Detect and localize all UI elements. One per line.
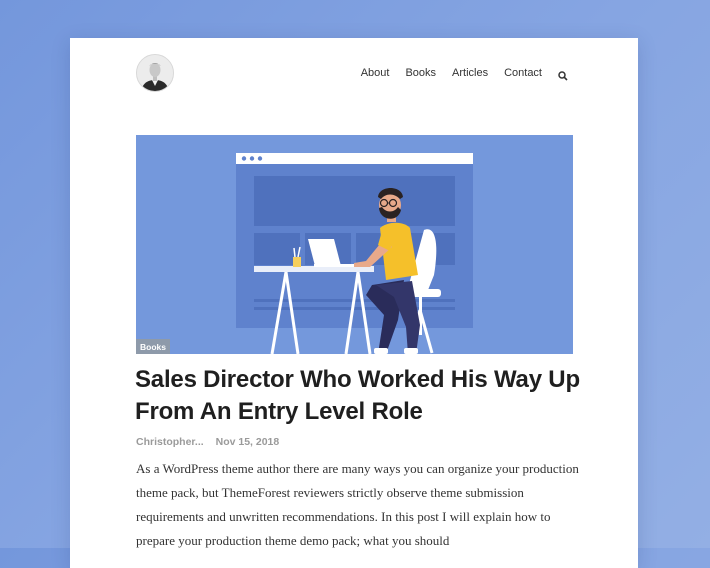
post-excerpt: As a WordPress theme author there are ma… [136, 461, 579, 548]
nav-item-books[interactable]: Books [405, 67, 436, 79]
post-author[interactable]: Christopher... [136, 436, 204, 448]
nav-item-about[interactable]: About [361, 67, 390, 79]
nav-item-articles[interactable]: Articles [452, 67, 488, 79]
nav-item-contact[interactable]: Contact [504, 67, 542, 79]
developer-at-desk-illustration [136, 135, 573, 354]
post-date: Nov 15, 2018 [215, 436, 280, 448]
main-nav: About Books Articles Contact [345, 67, 568, 81]
featured-image[interactable]: Books [136, 135, 573, 354]
post-title[interactable]: Sales Director Who Worked His Way Up Fro… [135, 364, 585, 428]
post-card: About Books Articles Contact Books Sales… [70, 38, 638, 568]
avatar[interactable] [136, 54, 174, 92]
avatar-portrait-image [137, 55, 173, 91]
post-meta: Christopher... Nov 15, 2018 [136, 436, 288, 448]
category-badge[interactable]: Books [136, 339, 170, 354]
search-icon[interactable] [558, 68, 568, 81]
